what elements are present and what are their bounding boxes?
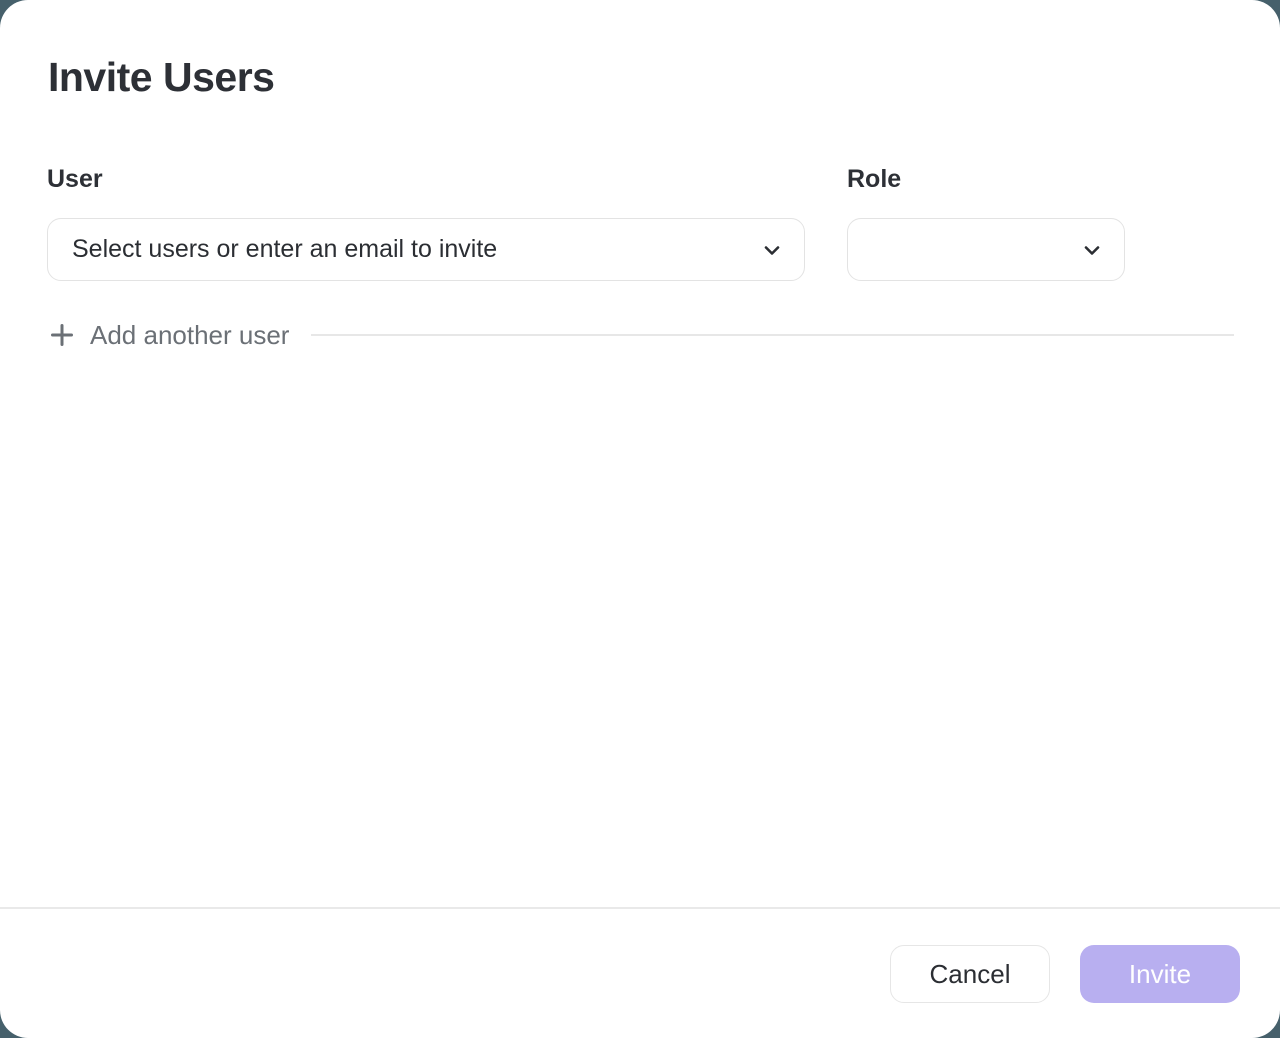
add-user-divider <box>311 334 1234 336</box>
invite-users-modal: Invite Users User Select users or enter … <box>0 0 1280 1038</box>
add-another-user-row: Add another user <box>48 316 1234 354</box>
role-select[interactable] <box>847 218 1125 281</box>
add-another-user-label: Add another user <box>90 320 289 351</box>
footer-divider <box>0 907 1280 909</box>
chevron-down-icon <box>1080 238 1104 262</box>
plus-icon <box>48 321 76 349</box>
role-field-label: Role <box>847 165 901 194</box>
chevron-down-icon <box>760 238 784 262</box>
cancel-button[interactable]: Cancel <box>890 945 1050 1003</box>
user-select-placeholder: Select users or enter an email to invite <box>72 235 497 264</box>
invite-button[interactable]: Invite <box>1080 945 1240 1003</box>
modal-title: Invite Users <box>48 54 274 101</box>
modal-footer: Cancel Invite <box>890 945 1240 1003</box>
user-field-label: User <box>47 165 103 194</box>
user-select[interactable]: Select users or enter an email to invite <box>47 218 805 281</box>
add-another-user-button[interactable]: Add another user <box>48 320 289 351</box>
